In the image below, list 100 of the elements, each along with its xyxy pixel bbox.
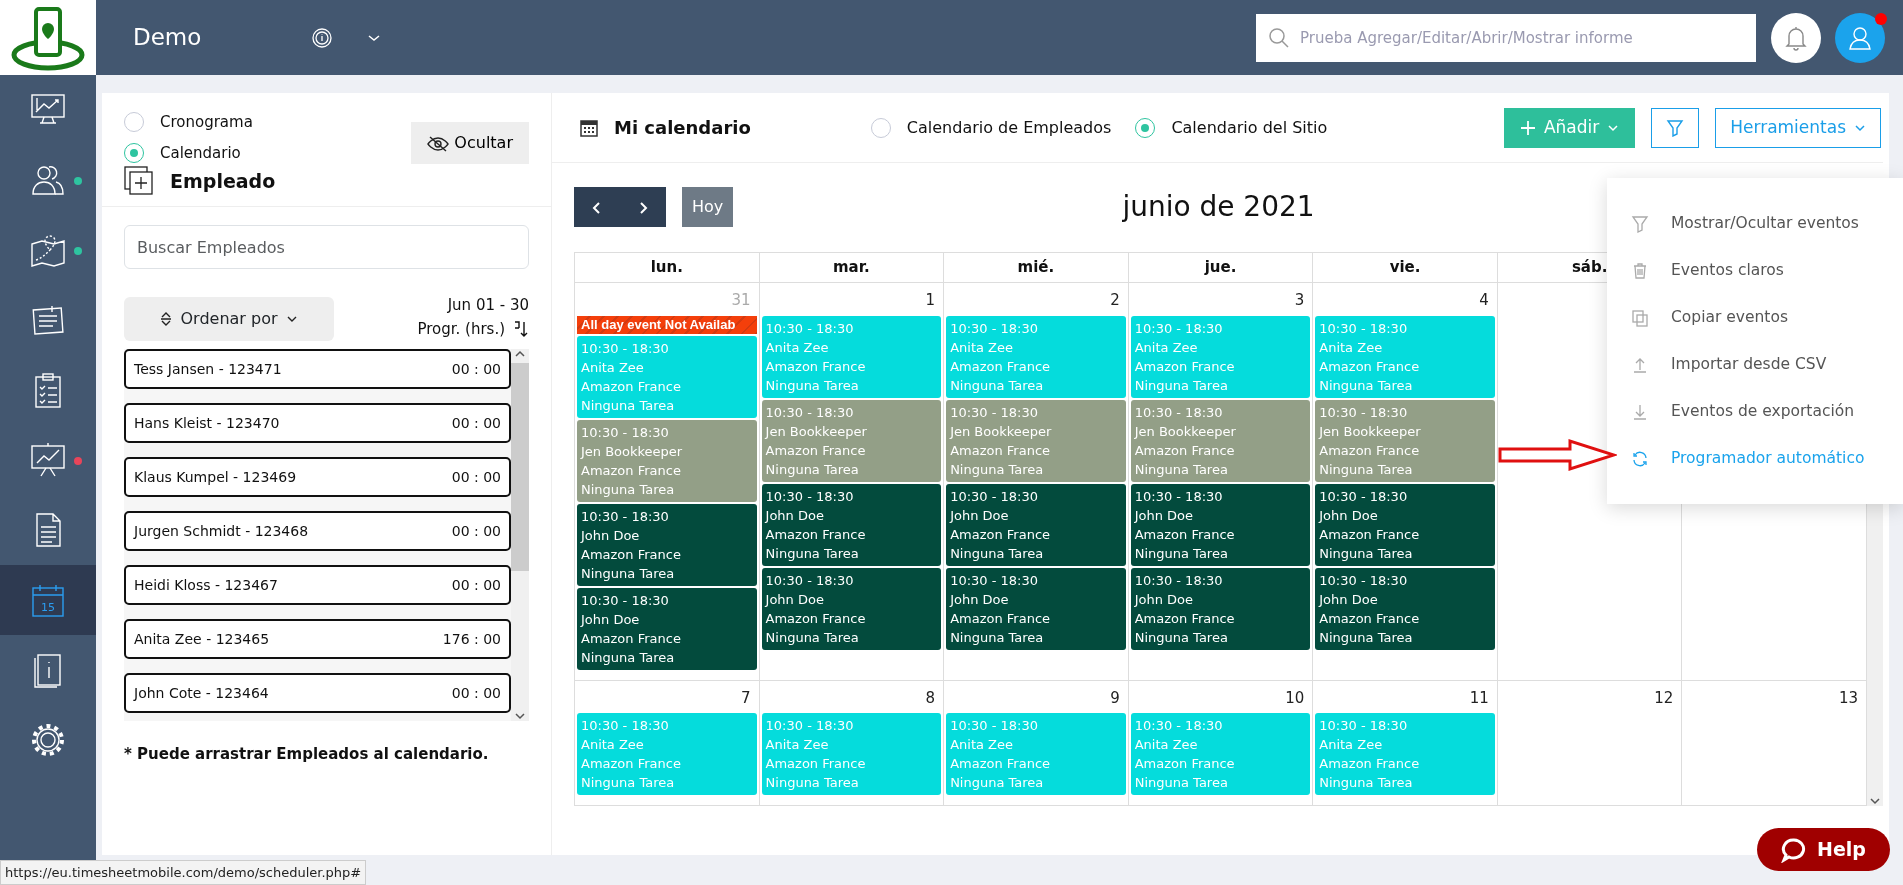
trash-icon [1631,261,1649,280]
calendar-event[interactable]: 10:30 - 18:30 John Doe Amazon France Ninguna Tarea [761,483,942,566]
bell-icon [1784,24,1808,51]
day-number: 2 [1110,291,1120,309]
event-employee: John Doe [1134,506,1195,525]
employee-hours: 00 : 00 [451,575,501,595]
calendar-event[interactable]: 10:30 - 18:30 John Doe Amazon France Ninguna Tarea [1130,483,1311,566]
today-button[interactable]: Hoy [682,187,734,227]
event-employee: Anita Zee [1134,338,1199,357]
event-employee: John Doe [765,590,825,609]
event-site: Amazon France [1319,609,1421,628]
menu-item[interactable]: Importar desde CSV [1607,341,1903,388]
sort-button[interactable]: Ordenar por [124,297,334,341]
event-employee: Anita Zee [765,736,830,754]
radio-label[interactable]: Calendario del Sitio [1171,115,1328,140]
hint-text: * Puede arrastrar Empleados al calendario. [124,744,490,765]
plus-icon [1519,119,1536,136]
user-avatar[interactable] [1835,12,1885,63]
employee-item[interactable]: Anita Zee - 123465 176 : 00 [124,619,511,659]
event-employee: John Doe [581,610,641,629]
day-number: 11 [1469,688,1489,707]
event-site: Amazon France [765,441,867,460]
event-time: 10:30 - 18:30 [1319,403,1409,422]
employee-hours: 00 : 00 [451,413,501,433]
event-time: 10:30 - 18:30 [765,571,855,590]
calendar-icon [580,118,598,137]
event-task: Ninguna Tarea [581,648,676,667]
scroll-up-icon[interactable] [514,349,526,359]
day-number: 13 [1838,688,1858,707]
event-site: Amazon France [950,441,1052,460]
event-time: 10:30 - 18:30 [1319,571,1409,590]
sort-icon[interactable] [513,320,529,338]
event-employee: Anita Zee [581,736,645,754]
weekday-header: jue. [1204,258,1237,276]
menu-item[interactable]: Eventos claros [1607,247,1903,294]
calendar-event[interactable]: 10:30 - 18:30 John Doe Amazon France Ninguna Tarea [1315,567,1495,650]
notifications-button[interactable] [1771,12,1821,63]
calendar-event[interactable]: 10:30 - 18:30 John Doe Amazon France Ninguna Tarea [1130,567,1311,650]
employee-item[interactable]: Jurgen Schmidt - 123468 00 : 00 [124,511,511,551]
calendar-event[interactable]: 10:30 - 18:30 John Doe Amazon France Ninguna Tarea [1315,483,1495,566]
event-time: 10:30 - 18:30 [1134,487,1224,506]
employee-item[interactable]: Tess Jansen - 123471 00 : 00 [124,349,511,389]
event-employee: Anita Zee [950,736,1014,754]
all-day-event[interactable]: All day event Not Availab [577,315,757,334]
caret-icon[interactable] [367,32,382,43]
event-site: Amazon France [581,755,682,773]
employee-item[interactable]: Heidi Kloss - 123467 00 : 00 [124,565,511,605]
employee-item[interactable]: Klaus Kumpel - 123469 00 : 00 [124,457,511,497]
employee-search-field[interactable]: Buscar Empleados [124,225,529,269]
event-employee: Anita Zee [1319,338,1384,357]
employee-item[interactable]: Hans Kleist - 123470 00 : 00 [124,403,511,443]
employee-item[interactable]: John Cote - 123464 00 : 00 [124,673,511,713]
hide-button[interactable]: Ocultar [411,122,529,164]
menu-item[interactable]: Mostrar/Ocultar eventos [1607,200,1903,247]
event-employee: John Doe [1319,590,1379,609]
event-time: 10:30 - 18:30 [581,507,670,526]
radio-label[interactable]: Calendario de Empleados [906,115,1112,140]
event-time: 10:30 - 18:30 [1134,571,1224,590]
radio-label[interactable]: Calendario [160,141,241,164]
event-employee: Anita Zee [950,338,1014,357]
event-employee: John Doe [765,506,825,525]
search-field[interactable]: Prueba Agregar/Editar/Abrir/Mostrar informe [1256,13,1756,62]
scroll-down-icon[interactable] [1869,796,1881,806]
radio-label[interactable]: Cronograma [160,111,253,134]
calendar-event[interactable]: 10:30 - 18:30 John Doe Amazon France Ninguna Tarea [946,483,1126,566]
event-task: Ninguna Tarea [765,376,860,395]
date-range: Jun 01 - 30 [446,295,529,316]
calendar-event[interactable]: 10:30 - 18:30 John Doe Amazon France Ninguna Tarea [577,587,757,670]
scroll-thumb[interactable] [511,363,529,571]
event-task: Ninguna Tarea [765,774,860,792]
event-time: 10:30 - 18:30 [581,717,670,735]
scrollbar[interactable] [511,349,529,721]
scroll-down-icon[interactable] [514,711,526,721]
sidebar-item[interactable]: 15 [0,565,96,635]
event-task: Ninguna Tarea [765,544,860,563]
filter-icon [1666,118,1685,137]
event-task: Ninguna Tarea [950,376,1045,395]
event-site: Amazon France [581,545,682,564]
event-employee: John Doe [581,526,641,545]
event-site: Amazon France [581,629,682,648]
menu-item[interactable]: Eventos de exportación [1607,388,1903,435]
employee-name: Anita Zee - 123465 [134,629,270,649]
filter-button[interactable] [1651,107,1700,148]
event-site: Amazon France [1134,755,1236,773]
menu-item[interactable]: Copiar eventos [1607,294,1903,341]
info-icon[interactable] [311,26,334,49]
day-number: 31 [731,291,751,309]
event-task: Ninguna Tarea [950,774,1045,792]
calendar-event[interactable]: 10:30 - 18:30 John Doe Amazon France Ninguna Tarea [761,567,942,650]
calendar-event[interactable]: 10:30 - 18:30 John Doe Amazon France Ninguna Tarea [577,503,757,586]
calendar-event[interactable]: 10:30 - 18:30 John Doe Amazon France Ninguna Tarea [946,567,1126,650]
help-button[interactable]: Help [1757,828,1890,871]
employee-name: Tess Jansen - 123471 [134,359,282,379]
employee-name: Klaus Kumpel - 123469 [134,467,297,487]
weekday-header: vie. [1389,258,1421,276]
event-time: 10:30 - 18:30 [950,717,1040,735]
event-time: 10:30 - 18:30 [765,487,855,506]
add-employee-icon[interactable] [124,166,154,196]
event-site: Amazon France [950,357,1052,376]
search-icon [1268,26,1290,49]
